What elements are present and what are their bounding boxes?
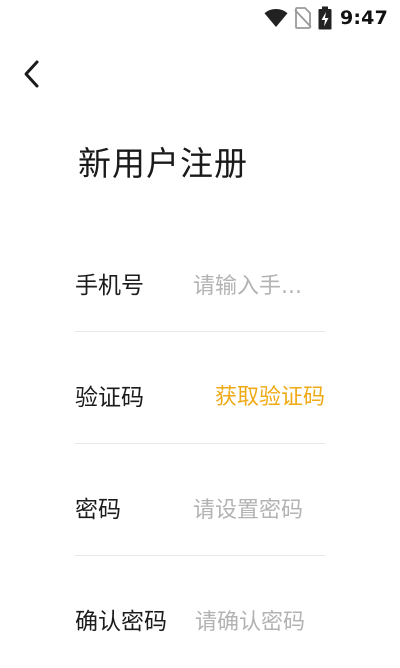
- confirm-password-label: 确认密码: [75, 609, 167, 635]
- get-verification-code-button[interactable]: 获取验证码: [215, 382, 325, 414]
- battery-charging-icon: [318, 6, 332, 30]
- verification-code-row: 验证码 获取验证码: [75, 332, 325, 444]
- password-label: 密码: [75, 497, 121, 523]
- password-input[interactable]: [193, 492, 325, 528]
- back-button[interactable]: [14, 58, 50, 94]
- phone-label: 手机号: [75, 273, 144, 299]
- phone-row: 手机号: [75, 220, 325, 332]
- status-icons: 9:47: [264, 5, 388, 31]
- registration-form: 手机号 验证码 获取验证码 密码 确认密码: [75, 220, 325, 668]
- chevron-left-icon: [22, 59, 42, 93]
- page-title: 新用户注册: [78, 144, 248, 183]
- confirm-password-row: 确认密码: [75, 556, 325, 668]
- status-bar: 9:47: [0, 0, 400, 36]
- no-sim-icon: [294, 7, 312, 29]
- status-time: 9:47: [339, 7, 388, 29]
- phone-input[interactable]: [193, 268, 313, 304]
- verification-code-label: 验证码: [75, 385, 144, 411]
- confirm-password-input[interactable]: [195, 604, 325, 640]
- password-row: 密码: [75, 444, 325, 556]
- wifi-icon: [264, 8, 288, 28]
